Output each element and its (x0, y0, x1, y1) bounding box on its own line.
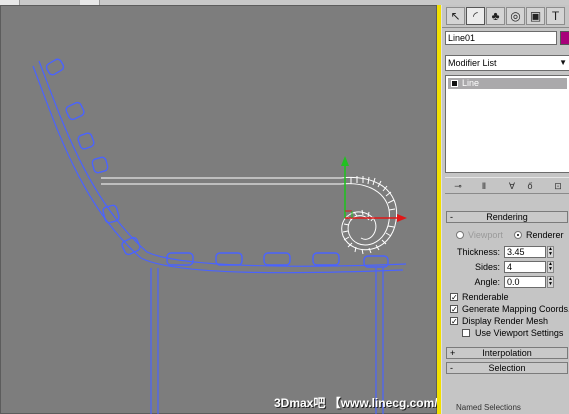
slat (65, 101, 85, 121)
watermark-brand: 3Dmax吧 (274, 396, 326, 410)
stack-item-icon (451, 80, 458, 87)
slat (91, 156, 109, 174)
slat (263, 252, 291, 266)
chevron-down-icon: ▼ (559, 58, 567, 67)
renderable-checkbox[interactable]: ✓ (450, 293, 458, 302)
use-viewport-settings-checkbox[interactable] (462, 329, 470, 337)
renderer-radio[interactable] (514, 231, 522, 239)
slat (45, 58, 65, 76)
chair-seat-curve-inner (38, 60, 407, 267)
chair-slats (45, 58, 389, 268)
slat (102, 204, 120, 224)
display-icon[interactable]: ▣ (526, 7, 545, 25)
render-mode-radio-group: Viewport Renderer (456, 229, 568, 241)
slat (121, 236, 141, 256)
slat (312, 252, 340, 266)
chair-front-leg (150, 268, 159, 414)
utilities-icon[interactable]: T (546, 7, 565, 25)
make-unique-icon[interactable]: ∀ (505, 180, 519, 193)
modifier-stack[interactable]: Line (445, 75, 569, 173)
slat (77, 132, 95, 150)
viewport-scene (32, 58, 407, 414)
thickness-spinner[interactable]: ▲ ▼ (547, 246, 554, 258)
command-panel-tabs: ↖ ◜ ♣ ◎ ▣ T (442, 5, 569, 28)
pin-stack-icon[interactable]: ⊸ (451, 180, 465, 193)
show-end-result-icon[interactable]: Ⅱ (477, 180, 491, 193)
stack-toolbar: ⊸ Ⅱ ∀ ő ⊡ (445, 177, 569, 194)
remove-modifier-icon[interactable]: ő (523, 180, 537, 193)
gizmo-y-arrow (341, 156, 349, 166)
chair-seat-curve (32, 65, 404, 274)
display-render-mesh-checkbox[interactable]: ✓ (450, 317, 458, 326)
create-icon[interactable]: ↖ (446, 7, 465, 25)
motion-icon[interactable]: ◎ (506, 7, 525, 25)
thickness-label: Thickness: (456, 247, 500, 257)
object-color-swatch[interactable] (560, 31, 569, 45)
angle-spinner[interactable]: ▲ ▼ (547, 276, 554, 288)
viewport-radio-label: Viewport (468, 230, 503, 240)
named-selections-label: Named Selections (456, 403, 521, 412)
modify-icon[interactable]: ◜ (466, 7, 485, 25)
rollout-title: Rendering (486, 212, 528, 222)
rollout-title: Selection (488, 363, 526, 373)
rollout-title: Interpolation (482, 348, 532, 358)
slat (215, 252, 243, 266)
rollout-expand-sign: + (450, 348, 456, 358)
object-name-field[interactable]: Line01 (445, 31, 557, 45)
thickness-field[interactable]: 3.45 (504, 246, 546, 258)
configure-sets-icon[interactable]: ⊡ (551, 180, 565, 193)
angle-field[interactable]: 0.0 (504, 276, 546, 288)
rollout-collapse-sign: - (450, 212, 453, 222)
angle-label: Angle: (474, 277, 500, 287)
selection-rollout-header[interactable]: - Selection (446, 362, 568, 374)
rollout-collapse-sign: - (450, 363, 453, 373)
sides-field[interactable]: 4 (504, 261, 546, 273)
display-render-mesh-label: Display Render Mesh (462, 316, 549, 326)
gizmo-x-arrow (397, 214, 407, 222)
mapping-coords-checkbox[interactable]: ✓ (450, 305, 458, 314)
mapping-coords-label: Generate Mapping Coords. (462, 304, 569, 314)
viewport-radio[interactable] (456, 231, 464, 239)
stack-item-line[interactable]: Line (448, 78, 567, 89)
front-viewport[interactable]: 3Dmax吧 【www.linecg.com/tieba/1771】 (0, 5, 508, 414)
command-panel: ↖ ◜ ♣ ◎ ▣ T Line01 Modifier List ▼ Line … (441, 5, 569, 414)
sides-label: Sides: (474, 262, 500, 272)
renderable-label: Renderable (462, 292, 509, 302)
renderer-radio-label: Renderer (526, 230, 564, 240)
modifier-list-dropdown[interactable]: Modifier List ▼ (445, 55, 569, 71)
hierarchy-icon[interactable]: ♣ (486, 7, 505, 25)
modifier-list-label: Modifier List (448, 58, 497, 68)
sides-spinner[interactable]: ▲ ▼ (547, 261, 554, 273)
chair-back-leg (375, 268, 384, 414)
use-viewport-settings-label: Use Viewport Settings (475, 328, 564, 338)
chair-frame (32, 60, 407, 414)
interpolation-rollout-header[interactable]: + Interpolation (446, 347, 568, 359)
rendering-rollout-header[interactable]: - Rendering (446, 211, 568, 223)
stack-item-label: Line (462, 78, 480, 88)
